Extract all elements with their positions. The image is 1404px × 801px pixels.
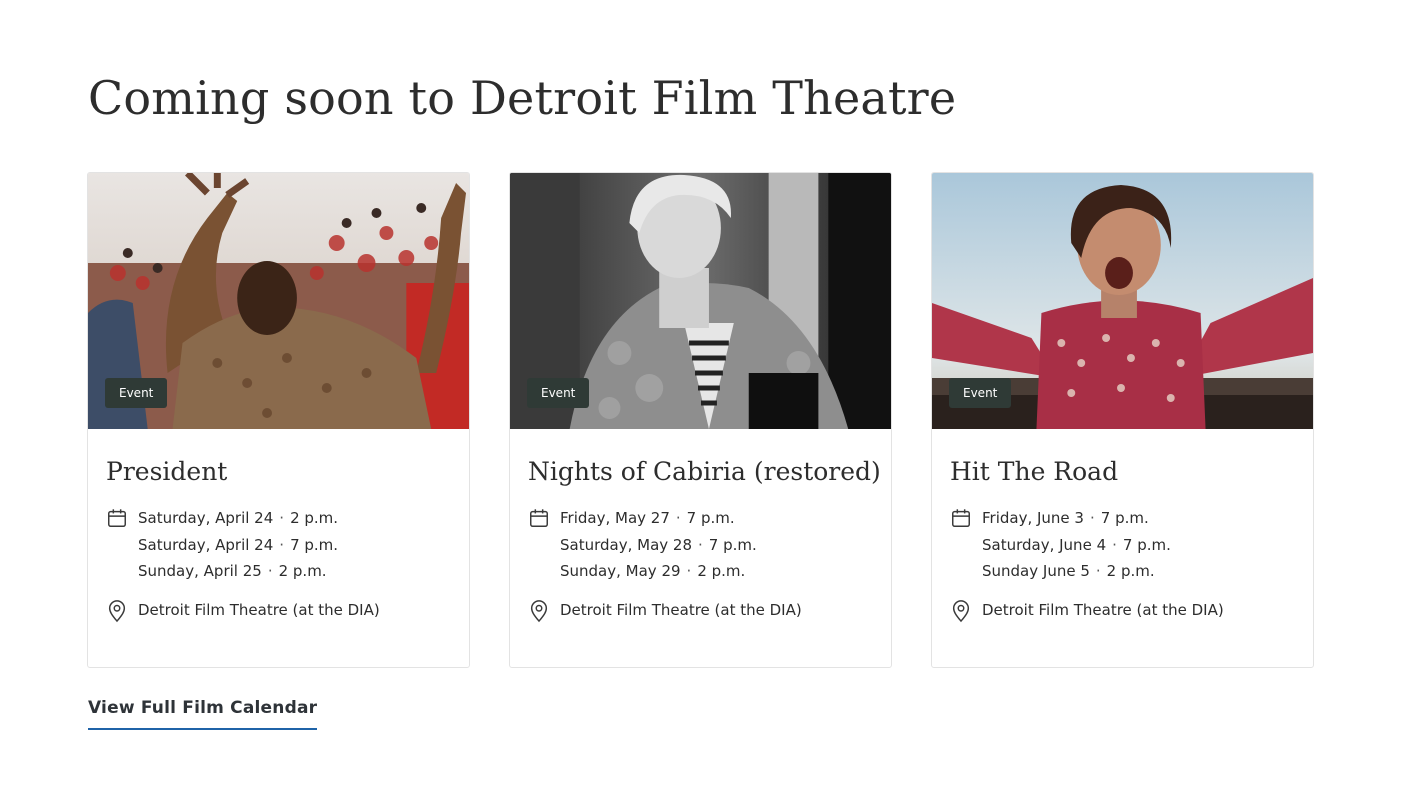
showtime-day: Sunday June 5 [982,562,1090,580]
event-badge: Event [105,378,168,408]
showtimes: Saturday, April 24 · 2 p.m. Saturday, Apri… [106,505,451,585]
film-card[interactable]: Event President Saturday, April 24 · 2 p.m… [87,172,470,668]
separator: · [279,535,285,554]
calendar-icon [106,505,130,585]
showtime-time: 2 p.m. [290,509,339,527]
film-card[interactable]: Event Hit The Road Friday, June 3 · 7 p.m.… [931,172,1314,668]
showtime-day: Saturday, April 24 [138,509,274,527]
showtime-time: 2 p.m. [278,562,327,580]
calendar-icon [528,505,552,585]
showtime: Sunday June 5 · 2 p.m. [982,558,1171,585]
showtime-day: Saturday, June 4 [982,535,1107,554]
separator: · [686,562,692,580]
film-title[interactable]: Hit The Road [950,455,1295,489]
showtime-day: Sunday, May 29 [560,562,681,580]
showtime: Friday, June 3 · 7 p.m. [982,505,1171,532]
showtime: Friday, May 27 · 7 p.m. [560,505,757,532]
film-still-image[interactable]: Event [88,173,469,429]
showtime: Saturday, April 24 · 2 p.m. [138,505,338,532]
film-title[interactable]: President [106,455,451,489]
separator: · [1112,535,1117,554]
separator: · [675,509,681,527]
event-badge: Event [527,378,590,408]
film-card[interactable]: Event Nights of Cabiria (restored) Frida… [509,172,892,668]
film-title[interactable]: Nights of Cabiria (restored) [528,455,881,489]
showtimes: Friday, June 3 · 7 p.m. Saturday, June 4 · 7… [950,505,1295,585]
section-heading: Coming soon to Detroit Film Theatre [88,71,957,125]
coming-soon-section: Coming soon to Detroit Film Theatre Even… [0,0,1404,801]
separator: · [267,562,273,580]
showtime-day: Friday, June 3 [982,509,1084,527]
venue-name: Detroit Film Theatre (at the DIA) [138,600,380,619]
map-pin-icon [528,597,552,623]
showtime: Saturday, June 4 · 7 p.m. [982,532,1171,559]
showtime: Saturday, May 28 · 7 p.m. [560,532,757,559]
separator: · [279,509,285,527]
showtime: Sunday, April 25 · 2 p.m. [138,558,338,585]
calendar-icon [950,505,974,585]
showtime-day: Saturday, May 28 [560,535,692,554]
showtime: Saturday, April 24 · 7 p.m. [138,532,338,559]
showtime-time: 7 p.m. [290,535,339,554]
separator: · [1089,509,1095,527]
showtime-time: 7 p.m. [1100,509,1149,527]
showtime-day: Saturday, April 24 [138,535,274,554]
showtime-time: 7 p.m. [708,535,757,554]
showtime-time: 7 p.m. [686,509,735,527]
venue: Detroit Film Theatre (at the DIA) [528,597,873,623]
view-full-film-calendar-link[interactable]: View Full Film Calendar [88,698,318,730]
showtime-day: Sunday, April 25 [138,562,262,580]
film-still-image[interactable]: Event [932,173,1313,429]
separator: · [698,535,703,554]
showtime-day: Friday, May 27 [560,509,670,527]
showtime: Sunday, May 29 · 2 p.m. [560,558,757,585]
venue: Detroit Film Theatre (at the DIA) [106,597,451,623]
venue-name: Detroit Film Theatre (at the DIA) [982,600,1224,619]
film-card-list: Event President Saturday, April 24 · 2 p.m… [87,172,1314,668]
event-badge: Event [949,378,1012,408]
film-still-image[interactable]: Event [510,173,891,429]
venue: Detroit Film Theatre (at the DIA) [950,597,1295,623]
map-pin-icon [106,597,130,623]
separator: · [1095,562,1101,580]
showtimes: Friday, May 27 · 7 p.m. Saturday, May 28 · 7… [528,505,873,585]
venue-name: Detroit Film Theatre (at the DIA) [560,600,802,619]
showtime-time: 2 p.m. [1106,562,1155,580]
showtime-time: 7 p.m. [1122,535,1171,554]
showtime-time: 2 p.m. [697,562,746,580]
map-pin-icon [950,597,974,623]
